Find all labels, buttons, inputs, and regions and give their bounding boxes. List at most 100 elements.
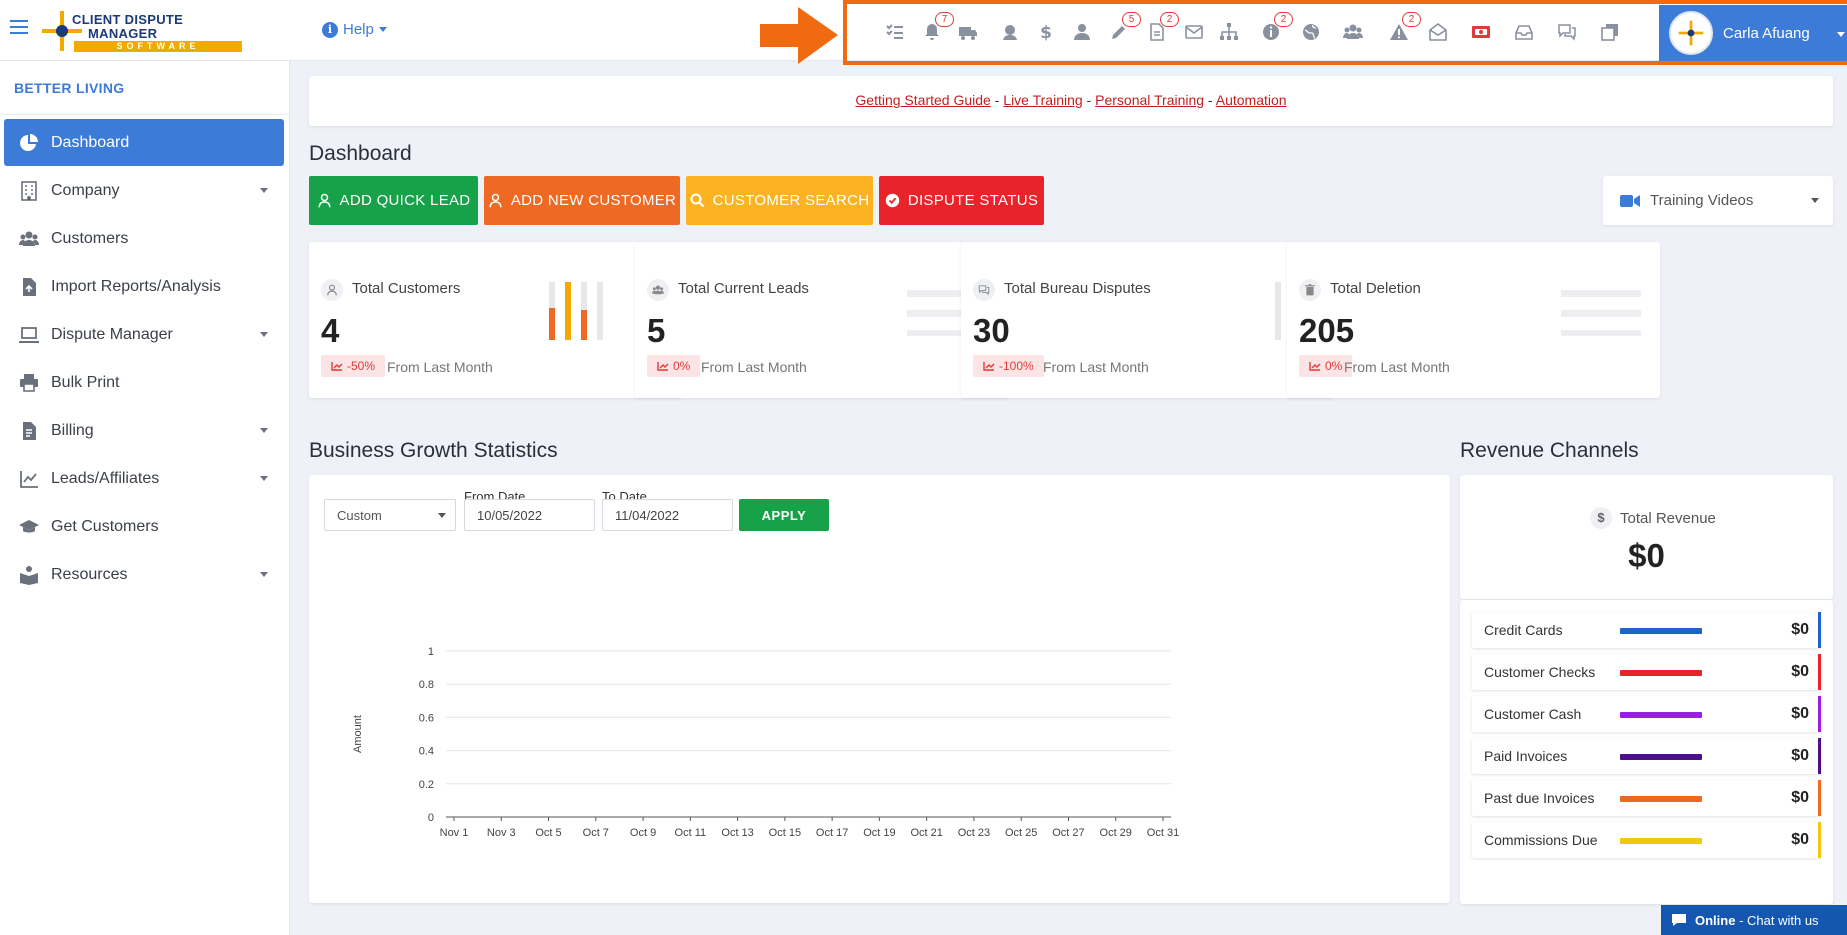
channel-color-bar [1620,628,1702,634]
live-training-link[interactable]: Live Training [1003,92,1082,108]
channel-accent-edge [1818,612,1821,648]
main-content: Getting Started Guide - Live Training - … [309,0,1847,935]
training-links-bar: Getting Started Guide - Live Training - … [309,76,1833,126]
y-tick-label: 0.2 [419,779,434,791]
chevron-down-icon [260,428,268,433]
stat-delta-badge: -50% [321,355,386,377]
x-tick-label: Oct 9 [630,827,656,839]
page-title: Dashboard [309,142,412,165]
search-icon [690,193,704,208]
chat-text: - Chat with us [1739,912,1819,928]
menu-toggle-icon[interactable] [10,20,28,38]
logo-text-line3: SOFTWARE [74,41,242,52]
sparkline-bars [549,282,603,340]
stat-delta-value: 0% [673,359,691,373]
link-separator: - [1082,92,1096,108]
x-tick-label: Oct 13 [721,827,753,839]
sidebar-item-label: Company [51,181,120,199]
line-chart-icon-wrap [19,469,39,489]
to-date-input[interactable] [602,499,733,531]
y-tick-label: 0.4 [419,746,434,758]
stat-delta-badge: -100% [973,355,1044,377]
channel-amount: $0 [1791,621,1809,638]
y-axis-title: Amount [352,715,364,753]
total-revenue-label: Total Revenue [1620,510,1716,527]
x-tick-label: Oct 15 [769,827,801,839]
sidebar-item-dashboard[interactable]: Dashboard [4,119,284,166]
chat-widget-button[interactable]: Online - Chat with us [1661,905,1847,935]
add-new-customer-button[interactable]: ADD NEW CUSTOMER [484,176,680,225]
from-date-input[interactable] [464,499,595,531]
revenue-channel-commissions-due: Commissions Due $0 [1472,822,1821,858]
automation-link[interactable]: Automation [1216,92,1287,108]
chevron-down-icon [260,572,268,577]
sidebar-item-customers[interactable]: Customers [4,215,284,262]
channel-name: Commissions Due [1484,832,1598,848]
trend-icon [983,362,995,371]
training-videos-select[interactable]: Training Videos [1603,176,1833,225]
channel-name: Customer Cash [1484,706,1582,722]
stat-value: 5 [647,312,666,349]
stat-icon-wrap [973,279,995,301]
sidebar-nav: Dashboard Company Customers Import Reports/… [0,115,289,598]
x-tick-label: Oct 31 [1147,827,1179,839]
x-tick-label: Nov 3 [487,827,516,839]
channel-amount: $0 [1791,831,1809,848]
y-tick-label: 0.8 [419,679,434,691]
stat-delta-value: 0% [1325,359,1343,373]
sidebar-item-label: Import Reports/Analysis [51,277,221,295]
building-icon-wrap [19,180,39,201]
chevron-down-icon [260,332,268,337]
stat-value: 205 [1299,312,1355,349]
sidebar-item-leads-affiliates[interactable]: Leads/Affiliates [4,455,284,502]
chevron-down-icon [1811,198,1819,203]
stat-icon-wrap [321,279,343,301]
stat-value: 4 [321,312,340,349]
sidebar-item-import-reports-analysis[interactable]: Import Reports/Analysis [4,263,284,310]
invoice-icon-wrap [19,421,39,441]
apply-button[interactable]: APPLY [739,499,829,531]
x-tick-label: Oct 25 [1005,827,1037,839]
sidebar-item-company[interactable]: Company [4,167,284,214]
sidebar-item-dispute-manager[interactable]: Dispute Manager [4,311,284,358]
graduation-cap-icon-wrap [19,517,39,537]
add-quick-lead-button[interactable]: ADD QUICK LEAD [309,176,478,225]
sidebar-item-bulk-print[interactable]: Bulk Print [4,359,284,406]
dispute-status-button[interactable]: DISPUTE STATUS [879,176,1044,225]
button-label: ADD QUICK LEAD [339,192,471,209]
stat-label: Total Current Leads [678,280,809,297]
total-revenue-card: $ Total Revenue $0 [1460,475,1833,599]
growth-section-title: Business Growth Statistics [309,439,558,462]
chat-status: Online [1695,912,1736,928]
revenue-channel-customer-cash: Customer Cash $0 [1472,696,1821,732]
trend-icon [331,362,343,371]
revenue-channel-customer-checks: Customer Checks $0 [1472,654,1821,690]
chevron-down-icon [260,476,268,481]
stat-value: 30 [973,312,1010,349]
sidebar-item-label: Dashboard [51,133,130,151]
revenue-channels-list: Credit Cards $0 Customer Checks $0 Customer … [1460,600,1833,904]
sidebar-item-resources[interactable]: Resources [4,551,284,598]
file-import-icon-wrap [19,277,39,297]
channel-amount: $0 [1791,663,1809,680]
date-range-select[interactable]: Custom [324,499,456,531]
printer-icon-wrap [19,373,39,393]
channel-amount: $0 [1791,747,1809,764]
stat-compare-text: From Last Month [701,359,807,375]
channel-accent-edge [1818,738,1821,774]
getting-started-link[interactable]: Getting Started Guide [855,92,990,108]
logo-text-line2: MANAGER [88,26,158,41]
sidebar-item-label: Dispute Manager [51,325,173,343]
chevron-down-icon [260,188,268,193]
x-tick-label: Oct 29 [1100,827,1132,839]
chevron-down-icon [438,513,446,518]
x-tick-label: Oct 11 [675,827,707,839]
stat-label: Total Deletion [1330,280,1421,297]
link-separator: - [1204,92,1216,108]
app-logo[interactable]: CLIENT DISPUTE MANAGER SOFTWARE [40,9,242,53]
sidebar-item-billing[interactable]: Billing [4,407,284,454]
sidebar-item-get-customers[interactable]: Get Customers [4,503,284,550]
stat-card-total-current-leads: Total Current Leads 5 0% From Last Month [635,242,1008,398]
personal-training-link[interactable]: Personal Training [1095,92,1204,108]
customer-search-button[interactable]: CUSTOMER SEARCH [686,176,873,225]
